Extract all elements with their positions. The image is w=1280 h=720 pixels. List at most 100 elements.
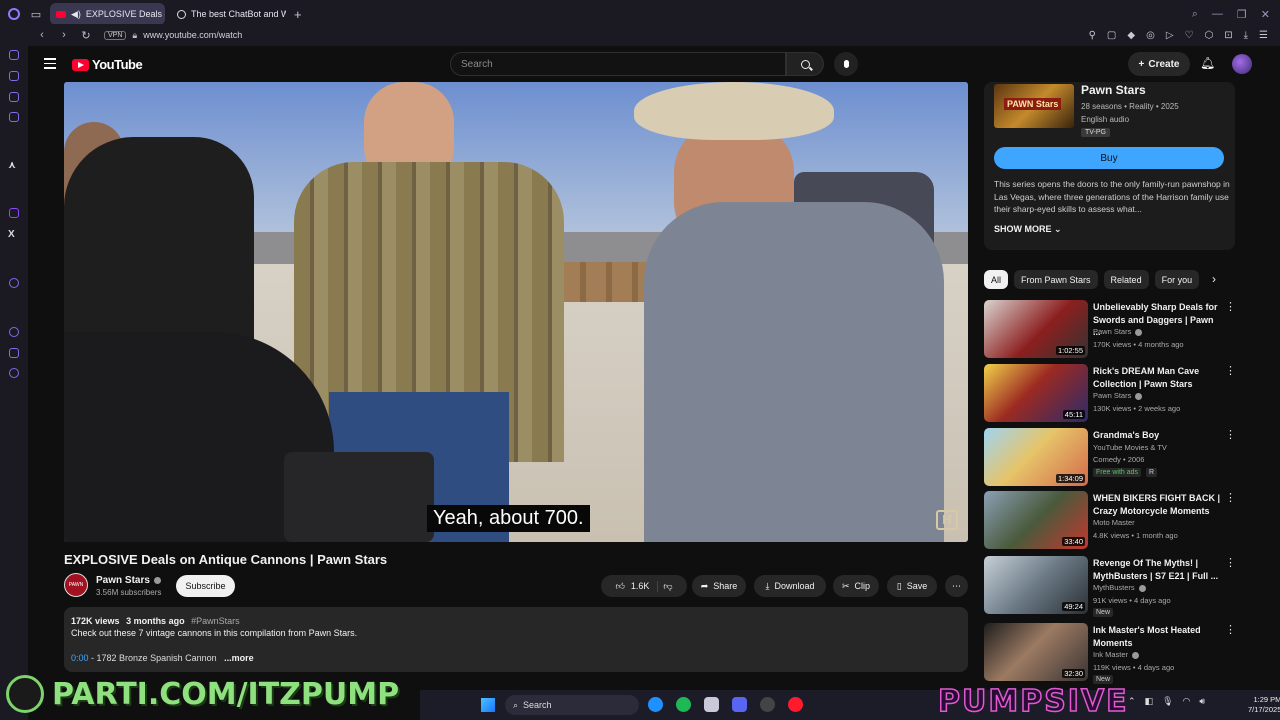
menu-icon[interactable] <box>44 58 56 72</box>
list-item[interactable]: 45:11 Rick's DREAM Man Cave Collection |… <box>984 364 1274 422</box>
recommendation-channel[interactable]: Pawn Stars <box>1093 391 1143 400</box>
video-player[interactable]: Yeah, about 700. H <box>64 82 968 542</box>
download-button[interactable]: ⤓ Download <box>754 575 826 597</box>
chip-all[interactable]: All <box>984 270 1009 289</box>
tray-chevron-icon[interactable]: ⌃ <box>1128 696 1136 707</box>
snapshot-icon[interactable]: ▢ <box>1107 30 1116 41</box>
speaker-icon[interactable]: ◀) <box>71 9 81 20</box>
description-more-link[interactable]: ...more <box>224 653 254 663</box>
chevron-right-icon[interactable]: › <box>1212 272 1216 286</box>
list-item[interactable]: 49:24 Revenge Of The Myths! | MythBuster… <box>984 556 1274 617</box>
recommendation-title[interactable]: Grandma's Boy <box>1093 429 1221 442</box>
close-icon[interactable]: ✕ <box>1261 8 1270 21</box>
tab-chatbot[interactable]: The best ChatBot and W <box>171 3 286 25</box>
clip-button[interactable]: ✂ Clip <box>833 575 879 597</box>
player-icon[interactable]: ▷ <box>1166 30 1174 41</box>
heart-icon[interactable]: ♡ <box>1185 30 1194 41</box>
channel-text[interactable]: Pawn Stars <box>1093 391 1131 400</box>
obs-icon[interactable] <box>760 697 775 712</box>
reload-icon[interactable]: ↻ <box>78 29 94 42</box>
back-icon[interactable]: ‹ <box>34 29 50 41</box>
dislike-button[interactable]: 👎︎ <box>663 581 672 592</box>
maximize-icon[interactable]: ❐ <box>1237 8 1247 21</box>
more-vertical-icon[interactable]: ⋮ <box>1225 625 1236 636</box>
search-button[interactable] <box>786 52 824 76</box>
chapter-timestamp-link[interactable]: 0:00 <box>71 653 89 663</box>
wallet-icon[interactable]: ⊡ <box>1224 30 1232 41</box>
video-thumbnail[interactable]: 32:30 <box>984 623 1088 681</box>
more-vertical-icon[interactable]: ⋮ <box>1225 430 1236 441</box>
recommendation-channel[interactable]: Ink Master <box>1093 650 1140 659</box>
sidebar-history-icon[interactable] <box>9 327 19 337</box>
tab-youtube[interactable]: ◀) EXPLOSIVE Deals on A <box>50 3 165 25</box>
video-thumbnail[interactable]: 33:40 <box>984 491 1088 549</box>
app-icon[interactable] <box>704 697 719 712</box>
chip-from-pawn-stars[interactable]: From Pawn Stars <box>1014 270 1098 289</box>
list-item[interactable]: 1:34:09 Grandma's Boy YouTube Movies & T… <box>984 428 1274 486</box>
sidebar-x-icon[interactable]: X <box>8 229 15 240</box>
search-tabs-icon[interactable]: ⌕ <box>1192 8 1198 21</box>
sidebar-add-icon[interactable] <box>9 278 19 288</box>
channel-text[interactable]: Pawn Stars <box>1093 327 1131 336</box>
minimize-icon[interactable]: — <box>1212 8 1223 21</box>
opera-gx-icon[interactable] <box>788 697 803 712</box>
save-button[interactable]: ▯ Save <box>887 575 937 597</box>
sidebar-arc-icon[interactable]: ⋏ <box>8 160 16 171</box>
url-field[interactable]: www.youtube.com/watch <box>143 30 242 40</box>
video-thumbnail[interactable]: 1:02:55 <box>984 300 1088 358</box>
more-actions-button[interactable]: ⋯ <box>945 575 968 597</box>
mic-icon[interactable]: ◎ <box>1146 30 1155 41</box>
opera-menu-icon[interactable] <box>0 0 28 28</box>
workspaces-icon[interactable]: ▭ <box>28 8 44 21</box>
recommendation-title[interactable]: Revenge Of The Myths! | MythBusters | S7… <box>1093 557 1221 582</box>
taskbar-clock[interactable]: 1:29 PM 7/17/2025 <box>1248 695 1280 715</box>
hashtag-link[interactable]: #PawnStars <box>191 616 240 626</box>
more-vertical-icon[interactable]: ⋮ <box>1225 366 1236 377</box>
list-item[interactable]: 32:30 Ink Master's Most Heated Moments I… <box>984 623 1274 684</box>
sidebar-ai-icon[interactable] <box>9 50 19 60</box>
download-icon[interactable]: ⤓ <box>1244 30 1248 41</box>
search-input[interactable]: Search <box>450 52 786 76</box>
pin-icon[interactable]: ⚲ <box>1089 30 1096 41</box>
subscribe-button[interactable]: Subscribe <box>176 575 235 597</box>
channel-avatar[interactable]: PAWN <box>64 573 88 597</box>
channel-name-text[interactable]: Pawn Stars <box>96 575 150 586</box>
video-thumbnail[interactable]: 49:24 <box>984 556 1088 614</box>
sidebar-twitch-icon[interactable] <box>9 208 19 218</box>
video-thumbnail[interactable]: 1:34:09 <box>984 428 1088 486</box>
spotify-icon[interactable] <box>676 697 691 712</box>
tray-app-icon[interactable]: ◧ <box>1145 696 1154 707</box>
recommendation-title[interactable]: Rick's DREAM Man Cave Collection | Pawn … <box>1093 365 1221 390</box>
taskbar-search[interactable]: ⌕ Search <box>505 695 639 715</box>
volume-icon[interactable]: 🔊︎ <box>1199 696 1205 707</box>
windows-start-icon[interactable] <box>481 698 495 712</box>
more-vertical-icon[interactable]: ⋮ <box>1225 558 1236 569</box>
recommendation-title[interactable]: Ink Master's Most Heated Moments <box>1093 624 1221 649</box>
new-tab-icon[interactable]: + <box>294 7 302 22</box>
forward-icon[interactable]: › <box>56 29 72 41</box>
video-thumbnail[interactable]: 45:11 <box>984 364 1088 422</box>
youtube-logo[interactable]: YouTube <box>72 57 143 72</box>
show-more-button[interactable]: SHOW MORE ⌄ <box>994 224 1062 235</box>
create-button[interactable]: + Create <box>1128 52 1190 76</box>
chip-related[interactable]: Related <box>1103 270 1149 289</box>
show-title[interactable]: Pawn Stars <box>1081 83 1146 97</box>
channel-text[interactable]: Ink Master <box>1093 650 1128 659</box>
more-vertical-icon[interactable]: ⋮ <box>1225 302 1236 313</box>
account-avatar[interactable] <box>1232 54 1252 74</box>
channel-name[interactable]: Pawn Stars <box>96 575 161 586</box>
notifications-bell-icon[interactable]: 🔔︎ <box>1200 56 1215 70</box>
lock-icon[interactable]: 🔒︎ <box>132 30 137 41</box>
recommendation-channel[interactable]: MythBusters <box>1093 583 1146 592</box>
extensions-icon[interactable]: ⬡ <box>1204 30 1213 41</box>
voice-search-button[interactable] <box>834 52 858 76</box>
easy-setup-icon[interactable]: ☰ <box>1259 30 1268 41</box>
list-item[interactable]: 1:02:55 Unbelievably Sharp Deals for Swo… <box>984 300 1274 358</box>
chip-for-you[interactable]: For you <box>1154 270 1200 289</box>
tray-mic-icon[interactable]: 🎙︎ <box>1162 696 1173 707</box>
buy-button[interactable]: Buy <box>994 147 1224 169</box>
recommendation-channel[interactable]: Moto Master <box>1093 518 1135 527</box>
more-vertical-icon[interactable]: ⋮ <box>1225 493 1236 504</box>
sidebar-chat-icon[interactable] <box>9 92 19 102</box>
recommendation-title[interactable]: WHEN BIKERS FIGHT BACK | Crazy Motorcycl… <box>1093 492 1221 517</box>
